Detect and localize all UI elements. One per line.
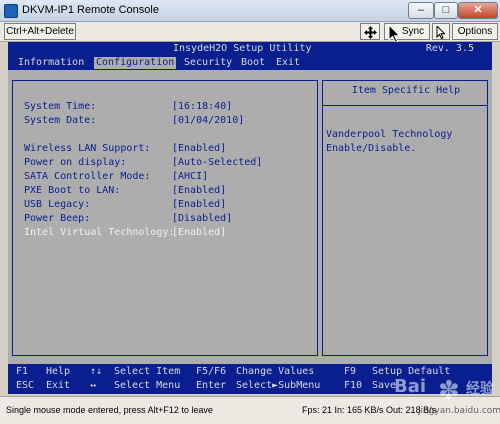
help-divider [323, 105, 487, 106]
cursor-icon [436, 26, 446, 39]
help-title: Item Specific Help [351, 85, 461, 96]
maximize-button[interactable]: □ [434, 2, 458, 19]
key-up-down: ↑↓ [90, 366, 103, 377]
key-f10: F10 [344, 380, 363, 391]
tab-boot[interactable]: Boot [239, 57, 267, 69]
bios-name: InsydeH2O Setup Utility [173, 43, 312, 54]
minimize-button[interactable]: – [408, 2, 434, 19]
setting-intel-virtual-technology[interactable]: Intel Virtual Technology: [Enabled] [24, 227, 226, 239]
setting-power-beep[interactable]: Power Beep: [Disabled] [24, 213, 232, 225]
options-button[interactable]: Options [452, 23, 498, 40]
watermark-text: Bai [394, 376, 427, 397]
key-f5-f6: F5/F6 [196, 366, 227, 377]
key-f9: F9 [344, 366, 357, 377]
ctrl-alt-delete-button[interactable]: Ctrl+Alt+Delete [4, 23, 76, 40]
move-icon [364, 26, 377, 39]
watermark-sub: 经验 [466, 381, 494, 397]
key-enter-action: Select►SubMenu [236, 380, 321, 391]
bios-screen[interactable]: InsydeH2O Setup Utility Rev. 3.5 Informa… [8, 42, 492, 394]
setting-sata-mode[interactable]: SATA Controller Mode: [AHCI] [24, 171, 208, 183]
key-esc: ESC [16, 380, 35, 391]
console-toolbar: Ctrl+Alt+Delete Sync Options [0, 22, 500, 42]
key-enter: Enter [196, 380, 227, 391]
setting-usb-legacy[interactable]: USB Legacy: [Enabled] [24, 199, 226, 211]
close-button[interactable]: ✕ [458, 2, 498, 19]
key-left-right-action: Select Menu [114, 380, 181, 391]
bios-menu-bar: Information Configuration Security Boot … [8, 56, 492, 70]
tab-configuration[interactable]: Configuration [94, 57, 177, 69]
window-titlebar[interactable]: DKVM-IP1 Remote Console – □ ✕ [0, 0, 500, 22]
key-f1: F1 [16, 366, 29, 377]
tab-information[interactable]: Information [16, 57, 86, 69]
move-button[interactable] [360, 23, 380, 40]
setting-wireless-lan[interactable]: Wireless LAN Support: [Enabled] [24, 143, 226, 155]
key-f5-f6-action: Change Values [236, 366, 315, 377]
paw-icon: ✽ [438, 376, 460, 406]
bios-revision: Rev. 3.5 [425, 43, 474, 54]
setting-pxe-boot[interactable]: PXE Boot to LAN: [Enabled] [24, 185, 226, 197]
key-up-down-action: Select Item [114, 366, 181, 377]
app-icon [4, 4, 18, 18]
setting-system-date[interactable]: System Date: [01/04/2010] [24, 115, 244, 127]
tab-security[interactable]: Security [182, 57, 234, 69]
watermark-url: jingyan.baidu.com [418, 406, 500, 416]
help-line: Enable/Disable. [326, 143, 417, 154]
window-title: DKVM-IP1 Remote Console [22, 4, 159, 16]
setting-system-time[interactable]: System Time: [16:18:40] [24, 101, 232, 113]
mouse-pointer-icon [388, 24, 401, 44]
tab-exit[interactable]: Exit [274, 57, 302, 69]
key-left-right: ↔ [90, 380, 97, 391]
help-line: Vanderpool Technology [326, 129, 453, 140]
help-panel: Item Specific Help Vanderpool Technology… [322, 80, 488, 356]
watermark-logo: Bai ✽ 经验 jingyan.baidu.com [378, 360, 500, 420]
key-f1-action: Help [46, 366, 71, 377]
status-message: Single mouse mode entered, press Alt+F12… [6, 405, 213, 415]
setting-power-on-display[interactable]: Power on display: [Auto-Selected] [24, 157, 262, 169]
cursor-mode-button[interactable] [432, 23, 450, 40]
settings-panel: System Time: [16:18:40] System Date: [01/0… [12, 80, 318, 356]
bios-header: InsydeH2O Setup Utility Rev. 3.5 [8, 42, 492, 56]
key-esc-action: Exit [46, 380, 71, 391]
